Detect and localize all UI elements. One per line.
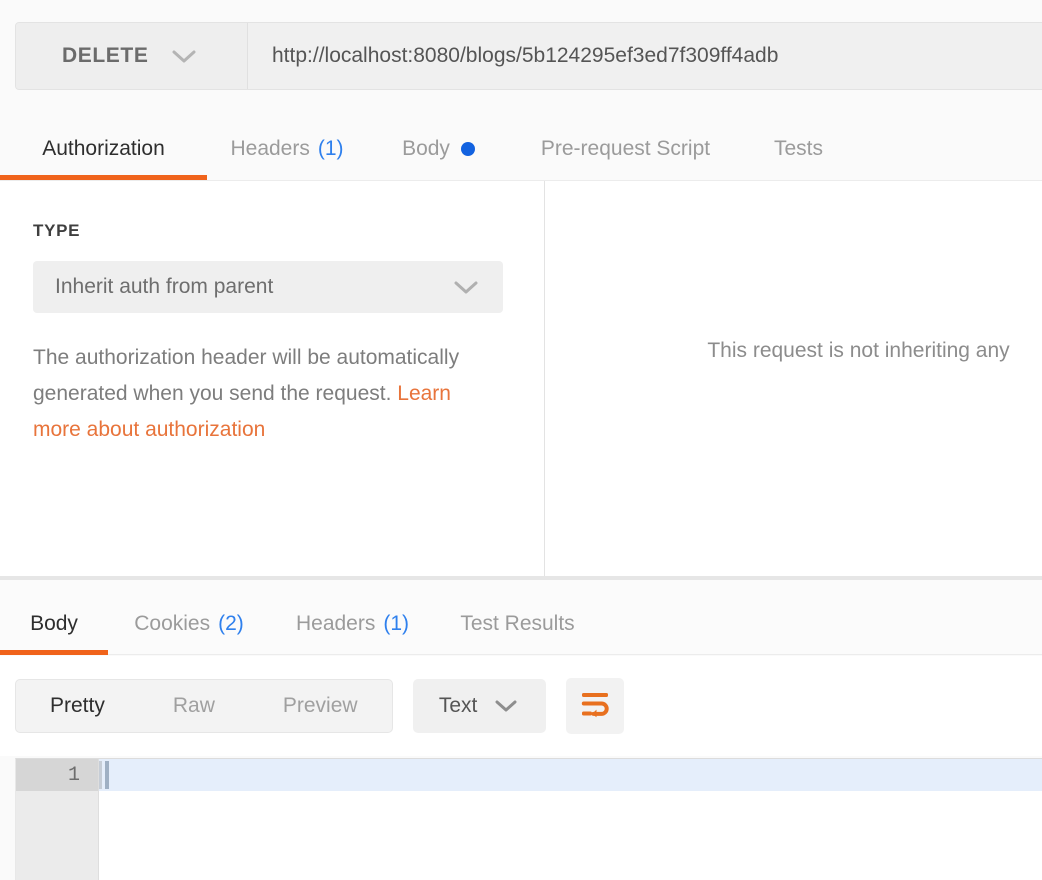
auth-inherit-message: This request is not inheriting any [707, 339, 1010, 362]
tab-tests[interactable]: Tests [741, 118, 856, 180]
request-tabs: Authorization Headers (1) Body Pre-reque… [0, 118, 1042, 180]
tab-headers[interactable]: Headers (1) [207, 118, 367, 180]
tab-body[interactable]: Body [367, 118, 510, 180]
tab-tests-label: Tests [773, 137, 823, 160]
tab-headers-label: Headers [230, 137, 310, 160]
auth-type-label: TYPE [33, 221, 81, 240]
auth-description: The authorization header will be automat… [33, 340, 503, 448]
response-tab-headers-label: Headers [295, 612, 376, 635]
request-tab-row: Authorization Headers (1) Body Pre-reque… [0, 118, 1042, 180]
editor-gutter-active-line: 1 [16, 759, 98, 791]
response-tab-headers[interactable]: Headers (1) [270, 593, 435, 655]
editor-active-line-highlight [99, 759, 1042, 791]
authorization-settings: TYPE Inherit auth from parent The author… [0, 181, 545, 576]
view-mode-preview[interactable]: Preview [249, 680, 392, 732]
response-tab-cookies-label: Cookies [134, 612, 211, 635]
response-tab-body-label: Body [30, 612, 78, 635]
authorization-info-panel: This request is not inheriting any [545, 181, 1042, 576]
request-url-text: http://localhost:8080/blogs/5b124295ef3e… [272, 44, 779, 67]
request-url-input[interactable]: http://localhost:8080/blogs/5b124295ef3e… [248, 23, 1042, 89]
tab-pre-request-script[interactable]: Pre-request Script [510, 118, 741, 180]
word-wrap-icon [579, 689, 611, 724]
word-wrap-toggle-button[interactable] [565, 678, 624, 734]
response-tab-test-results-label: Test Results [460, 612, 575, 635]
editor-text-cursor [105, 761, 109, 789]
editor-gutter: 1 [16, 759, 99, 880]
authorization-panel: TYPE Inherit auth from parent The author… [0, 180, 1042, 576]
tab-body-label: Body [402, 137, 450, 160]
tab-authorization[interactable]: Authorization [0, 118, 207, 180]
response-toolbar: Pretty Raw Preview Text [0, 656, 1042, 756]
line-number: 1 [67, 763, 80, 787]
view-mode-pretty-label: Pretty [50, 694, 105, 717]
response-tab-cookies[interactable]: Cookies (2) [108, 593, 270, 655]
response-tab-body[interactable]: Body [0, 593, 108, 655]
postman-request-response-panel: DELETE http://localhost:8080/blogs/5b124… [0, 0, 1042, 880]
response-tab-headers-count: (1) [383, 612, 410, 635]
view-mode-pretty[interactable]: Pretty [16, 680, 139, 732]
response-format-select[interactable]: Text [412, 679, 546, 733]
body-modified-dot-icon [460, 142, 475, 156]
editor-gutter-edge [99, 761, 102, 789]
tab-pre-request-script-label: Pre-request Script [540, 137, 711, 160]
response-tab-cookies-count: (2) [218, 612, 244, 635]
response-tabs: Body Cookies (2) Headers (1) Test Result… [0, 580, 1042, 655]
response-body-editor[interactable]: 1 [15, 758, 1042, 880]
view-mode-raw-label: Raw [172, 694, 215, 717]
active-response-tab-underline [0, 650, 108, 655]
view-mode-raw[interactable]: Raw [139, 680, 249, 732]
response-tab-test-results[interactable]: Test Results [435, 593, 600, 655]
request-url-bar: DELETE http://localhost:8080/blogs/5b124… [15, 22, 1042, 90]
response-tab-row: Body Cookies (2) Headers (1) Test Result… [0, 580, 1042, 655]
response-format-value: Text [438, 694, 478, 717]
editor-code-area[interactable] [99, 759, 1042, 880]
tab-headers-count: (1) [317, 137, 344, 160]
auth-type-value: Inherit auth from parent [55, 275, 274, 298]
auth-type-select[interactable]: Inherit auth from parent [33, 261, 503, 313]
response-view-mode-group: Pretty Raw Preview [15, 679, 393, 733]
http-method-label: DELETE [62, 44, 149, 67]
auth-description-text: The authorization header will be automat… [33, 346, 460, 405]
view-mode-preview-label: Preview [282, 694, 358, 717]
tab-authorization-label: Authorization [42, 137, 165, 160]
chevron-down-icon [493, 698, 519, 714]
chevron-down-icon [451, 278, 481, 296]
http-method-selector[interactable]: DELETE [16, 23, 248, 89]
chevron-down-icon [170, 47, 198, 65]
